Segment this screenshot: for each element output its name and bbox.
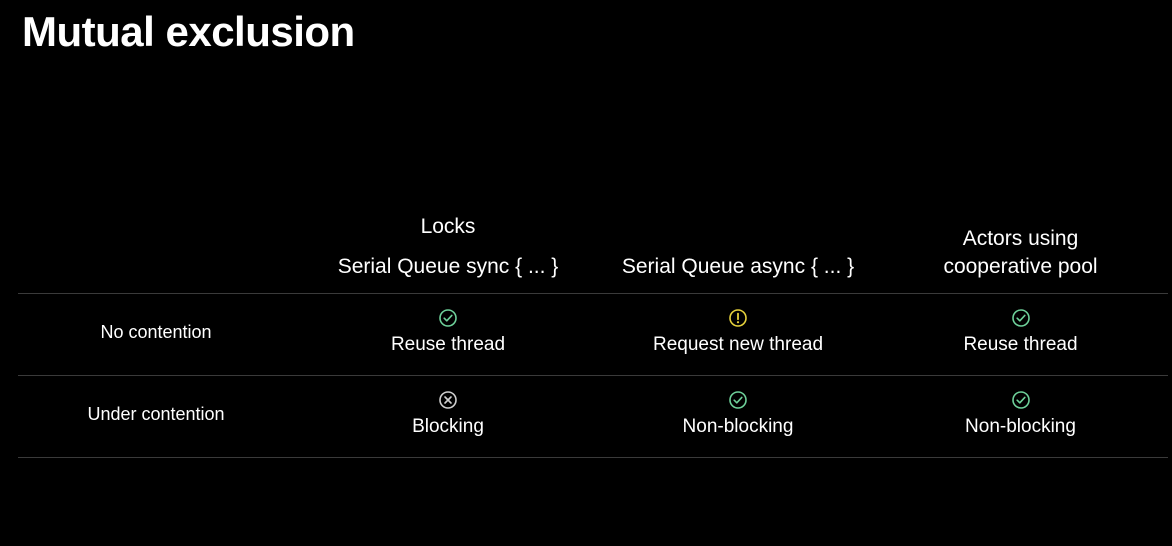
cell-text: Non-blocking	[682, 416, 794, 437]
table-row: Under contention Blocking Non-blocking N…	[18, 376, 1168, 458]
cell-text: Blocking	[412, 416, 484, 437]
column-header-async: Serial Queue async { ... }	[593, 253, 883, 281]
checkmark-icon	[439, 309, 457, 327]
table-cell: Request new thread	[593, 308, 883, 356]
checkmark-icon	[729, 391, 747, 409]
cell-text: Reuse thread	[390, 334, 506, 355]
column-header-line: Locks	[420, 215, 476, 238]
row-label: Under contention	[87, 404, 225, 424]
table-cell: Blocking	[308, 390, 588, 438]
page-title: Mutual exclusion	[22, 8, 355, 55]
cell-text: Reuse thread	[963, 334, 1078, 355]
warning-icon	[729, 309, 747, 327]
table-cell: Reuse thread	[308, 308, 588, 356]
table-row: No contention Reuse thread Request new t…	[18, 294, 1168, 376]
table-header-row: Locks Serial Queue sync { ... } Serial Q…	[18, 198, 1168, 294]
x-circle-icon	[439, 391, 457, 409]
checkmark-icon	[1011, 309, 1030, 327]
column-header-line: Serial Queue async { ... }	[621, 255, 855, 278]
cell-text: Request new thread	[652, 334, 824, 355]
column-header-line: Serial Queue sync { ... }	[337, 255, 559, 278]
comparison-table: Locks Serial Queue sync { ... } Serial Q…	[18, 198, 1168, 458]
column-header-locks-sync: Locks Serial Queue sync { ... }	[308, 213, 588, 281]
table-cell: Non-blocking	[903, 390, 1138, 438]
table-cell: Non-blocking	[593, 390, 883, 438]
row-label: No contention	[100, 322, 212, 342]
table-cell: Reuse thread	[903, 308, 1138, 356]
column-header-line: cooperative pool	[943, 255, 1098, 278]
checkmark-icon	[1011, 391, 1030, 409]
column-header-actors: Actors using cooperative pool	[903, 225, 1138, 281]
column-header-line: Actors using	[962, 227, 1079, 250]
cell-text: Non-blocking	[965, 416, 1076, 437]
